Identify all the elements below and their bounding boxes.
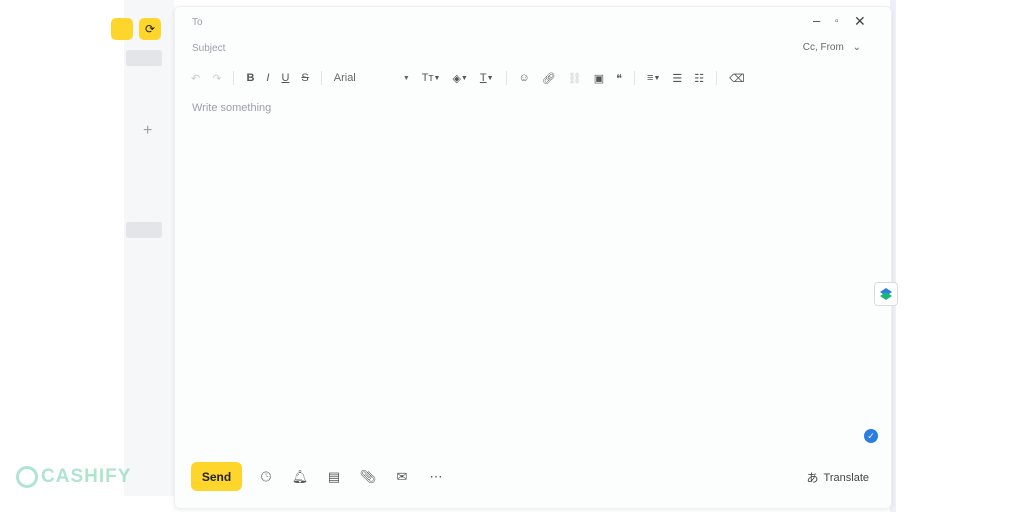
send-button[interactable]: Send: [191, 462, 242, 491]
compose-window: To – ▫ ✕ Subject Cc, From ⌄ ↶ ↷ B I U S …: [174, 6, 892, 509]
template-icon[interactable]: ▤: [323, 466, 345, 488]
message-body[interactable]: Write something: [192, 102, 271, 114]
fill-color-icon[interactable]: ◈ ▼: [452, 72, 467, 85]
sidebar-placeholder-bar: [126, 50, 162, 66]
translate-icon: あ: [806, 471, 819, 485]
clear-format-icon[interactable]: ⌫: [729, 72, 745, 85]
expand-icon[interactable]: ▫: [835, 16, 839, 27]
image-icon[interactable]: ▣: [594, 72, 604, 85]
bulleted-list-icon[interactable]: ☰: [672, 72, 682, 85]
redo-icon[interactable]: ↷: [212, 72, 221, 85]
compose-footer: Send 🕒︎ 🔔︎ ▤ 📎︎ ✉ ⋯: [191, 462, 459, 491]
toolbar-divider: [716, 71, 718, 85]
undo-icon[interactable]: ↶: [191, 72, 200, 85]
toolbar-divider: [634, 71, 636, 85]
link-icon[interactable]: 🔗︎: [542, 72, 556, 85]
cc-from-label: Cc, From: [802, 42, 844, 53]
add-folder-icon[interactable]: +: [143, 122, 152, 140]
mail-button[interactable]: [111, 18, 133, 40]
toolbar-divider: [233, 71, 235, 85]
side-widget[interactable]: [874, 282, 898, 306]
attachment-icon[interactable]: 📎︎: [357, 466, 379, 488]
font-select[interactable]: Arial ▼: [334, 72, 410, 84]
caret-down-icon: ▼: [402, 74, 410, 82]
refresh-icon: ⟳: [144, 22, 156, 36]
watermark-text: CASHIFY: [41, 466, 132, 487]
subject-field[interactable]: Subject: [192, 43, 225, 54]
font-size-icon[interactable]: Tт ▼: [422, 72, 441, 84]
reminder-bell-icon[interactable]: 🔔︎: [289, 466, 311, 488]
close-icon[interactable]: ✕: [854, 13, 866, 30]
envelope-icon[interactable]: ✉: [391, 466, 413, 488]
sidebar-placeholder-bar: [126, 222, 162, 238]
watermark-logo: CASHIFY: [16, 466, 131, 488]
more-options-icon[interactable]: ⋯: [425, 466, 447, 488]
numbered-list-icon[interactable]: ☷: [694, 72, 704, 85]
bold-button[interactable]: B: [246, 72, 254, 84]
strikethrough-button[interactable]: S: [301, 72, 308, 84]
toolbar-divider: [505, 71, 507, 85]
minimize-icon[interactable]: –: [813, 13, 820, 28]
quote-icon[interactable]: ❝: [616, 72, 622, 85]
toolbar-divider: [320, 71, 322, 85]
formatting-toolbar: ↶ ↷ B I U S Arial ▼ Tт ▼ ◈ ▼ T ▼ ☺ 🔗︎ ⛓︎ ▣ …: [191, 69, 757, 87]
checkmark-icon: ✓: [864, 429, 878, 443]
align-icon[interactable]: ≡ ▼: [647, 72, 660, 84]
font-name: Arial: [333, 72, 356, 84]
schedule-icon[interactable]: 🕒︎: [255, 466, 277, 488]
to-field[interactable]: To: [192, 17, 203, 28]
left-sidebar: [124, 0, 174, 496]
cashify-logo-icon: [16, 466, 38, 488]
italic-button[interactable]: I: [266, 72, 269, 84]
emoji-icon[interactable]: ☺: [519, 72, 530, 84]
cc-from-toggle[interactable]: Cc, From ⌄: [803, 42, 861, 53]
underline-button[interactable]: U: [281, 72, 289, 84]
refresh-button[interactable]: ⟳: [139, 18, 161, 40]
chevron-down-icon: ⌄: [852, 42, 861, 53]
translate-label: Translate: [823, 471, 869, 484]
unlink-icon[interactable]: ⛓︎: [568, 72, 582, 85]
app-window: ⟳ + To – ▫ ✕ Subject Cc, From ⌄ ↶ ↷ B I …: [0, 0, 1024, 512]
text-color-icon[interactable]: T ▼: [480, 72, 494, 84]
layers-icon: [880, 288, 892, 300]
translate-button[interactable]: あ Translate: [807, 469, 869, 486]
